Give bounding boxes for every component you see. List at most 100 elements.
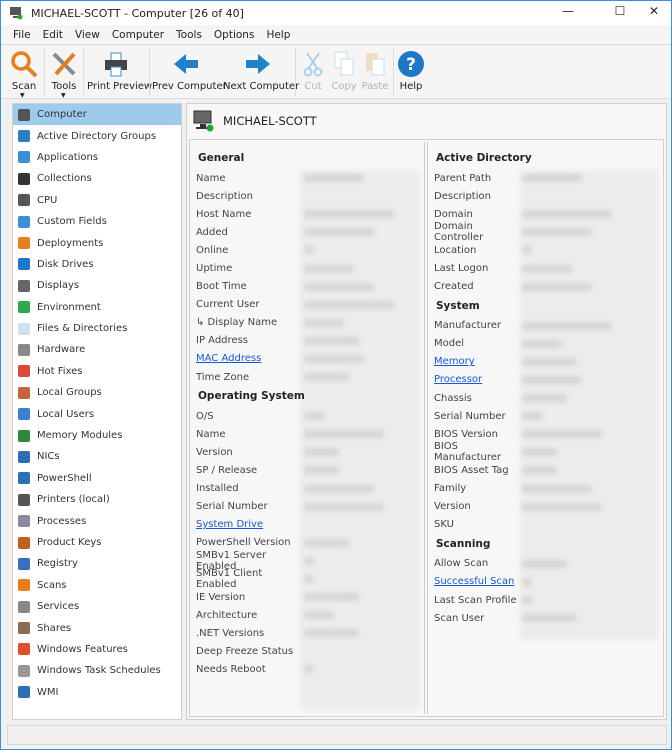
- sidebar-item-wmi[interactable]: WMI: [13, 682, 181, 703]
- sidebar-item-computer[interactable]: Computer: [13, 104, 181, 126]
- field-row: BIOS Asset Tag: [430, 461, 663, 479]
- sidebar-item-displays[interactable]: Displays: [13, 275, 181, 296]
- sidebar-item-applications[interactable]: Applications: [13, 147, 181, 168]
- redacted-value: [304, 412, 324, 421]
- field-link[interactable]: MAC Address: [196, 353, 304, 364]
- sidebar-item-local-groups[interactable]: Local Groups: [13, 382, 181, 403]
- redacted-value: [304, 466, 339, 475]
- app-window: MICHAEL-SCOTT - Computer [26 of 40] — ☐ …: [0, 0, 672, 750]
- field-label: Name: [196, 172, 226, 184]
- sidebar-item-memory-modules[interactable]: Memory Modules: [13, 425, 181, 446]
- menu-edit[interactable]: Edit: [43, 29, 63, 41]
- help-button[interactable]: ? Help: [397, 48, 425, 96]
- redacted-value: [304, 611, 334, 620]
- sidebar-item-label: CPU: [37, 194, 58, 206]
- title-bar: MICHAEL-SCOTT - Computer [26 of 40] — ☐ …: [1, 1, 671, 25]
- window-title: MICHAEL-SCOTT - Computer [26 of 40]: [31, 6, 244, 20]
- field-link[interactable]: Processor: [434, 374, 522, 385]
- maximize-button[interactable]: ☐: [605, 1, 635, 23]
- menu-computer[interactable]: Computer: [112, 29, 164, 41]
- sidebar-item-scans[interactable]: Scans: [13, 575, 181, 596]
- sidebar-item-powershell[interactable]: PowerShell: [13, 468, 181, 489]
- sidebar-item-shares[interactable]: Shares: [13, 617, 181, 638]
- detail-panel: MICHAEL-SCOTT General Name Description Host…: [186, 103, 667, 720]
- field-label: BIOS Version: [434, 428, 498, 440]
- section-header: General: [198, 152, 245, 164]
- redacted-value: [304, 228, 374, 237]
- field-row: Memory: [430, 353, 663, 371]
- sidebar-item-product-keys[interactable]: Product Keys: [13, 532, 181, 553]
- minimize-button[interactable]: —: [553, 1, 583, 23]
- computer-icon: [18, 108, 30, 121]
- menu-help[interactable]: Help: [266, 29, 290, 41]
- sidebar-item-deployments[interactable]: Deployments: [13, 232, 181, 253]
- prev-computer-button[interactable]: Prev Computer: [152, 48, 227, 96]
- field-label: BIOS Manufacturer: [434, 441, 501, 464]
- calendar-icon: [18, 664, 30, 677]
- ad-groups-icon: [18, 130, 30, 143]
- sidebar-item-nics[interactable]: NICs: [13, 446, 181, 467]
- close-button[interactable]: ✕: [639, 1, 669, 23]
- copy-button[interactable]: Copy: [330, 48, 358, 96]
- column-splitter[interactable]: [424, 142, 428, 714]
- sidebar-item-hot-fixes[interactable]: Hot Fixes: [13, 361, 181, 382]
- menu-view[interactable]: View: [75, 29, 100, 41]
- menu-options[interactable]: Options: [214, 29, 255, 41]
- sidebar-item-cpu[interactable]: CPU: [13, 190, 181, 211]
- sidebar-item-files-directories[interactable]: Files & Directories: [13, 318, 181, 339]
- section-header: Scanning: [436, 537, 491, 550]
- sidebar-item-registry[interactable]: Registry: [13, 553, 181, 574]
- sidebar-item-processes[interactable]: Processes: [13, 510, 181, 531]
- redacted-value: [304, 593, 359, 602]
- scan-button[interactable]: Scan ▼: [9, 48, 39, 99]
- field-label: Name: [196, 428, 226, 440]
- paste-button[interactable]: Paste: [361, 48, 389, 96]
- sidebar-item-windows-task-schedules[interactable]: Windows Task Schedules: [13, 660, 181, 681]
- field-row: ↳ Display Name: [192, 314, 422, 332]
- field-label: Description: [196, 190, 253, 202]
- field-link[interactable]: Memory: [434, 356, 522, 367]
- field-row: Time Zone: [192, 368, 422, 386]
- section-header: Active Directory: [436, 152, 532, 164]
- sidebar-item-environment[interactable]: Environment: [13, 297, 181, 318]
- sidebar-item-collections[interactable]: Collections: [13, 168, 181, 189]
- redacted-value: [522, 375, 582, 384]
- field-row: Version: [192, 443, 422, 461]
- sidebar-item-services[interactable]: Services: [13, 596, 181, 617]
- printer-icon: [105, 52, 127, 77]
- powershell-icon: [18, 472, 30, 485]
- printer-icon: [18, 493, 30, 506]
- cut-button[interactable]: Cut: [299, 48, 327, 96]
- menu-file[interactable]: File: [13, 29, 31, 41]
- shares-icon: [18, 622, 30, 635]
- wrench-icon: [18, 343, 30, 356]
- field-label: Scan User: [434, 612, 485, 624]
- sidebar-item-printers-local[interactable]: Printers (local): [13, 489, 181, 510]
- field-row: Architecture: [192, 606, 422, 624]
- registry-icon: [18, 557, 30, 570]
- sidebar-item-windows-features[interactable]: Windows Features: [13, 639, 181, 660]
- field-row: Processor: [430, 371, 663, 389]
- sidebar-item-local-users[interactable]: Local Users: [13, 403, 181, 424]
- sidebar-item-disk-drives[interactable]: Disk Drives: [13, 254, 181, 275]
- print-preview-button[interactable]: Print Preview: [87, 48, 152, 96]
- menu-tools[interactable]: Tools: [176, 29, 202, 41]
- next-computer-button[interactable]: Next Computer: [223, 48, 299, 96]
- redacted-value: [522, 174, 582, 183]
- sidebar-item-active-directory-groups[interactable]: Active Directory Groups: [13, 125, 181, 146]
- field-label: Chassis: [434, 392, 472, 404]
- sidebar-item-hardware[interactable]: Hardware: [13, 339, 181, 360]
- field-link[interactable]: System Drive: [196, 519, 304, 530]
- sidebar-item-label: Shares: [37, 622, 72, 634]
- environment-icon: [18, 301, 30, 314]
- field-row: Successful Scan: [430, 573, 663, 591]
- field-row: Location: [430, 241, 663, 259]
- sidebar-item-label: Collections: [37, 173, 92, 185]
- field-label: Family: [434, 483, 467, 495]
- tools-button[interactable]: Tools ▼: [48, 48, 80, 99]
- field-link[interactable]: Successful Scan: [434, 576, 522, 587]
- deployments-icon: [18, 237, 30, 250]
- arrow-right-icon: [246, 54, 270, 74]
- field-label: Installed: [196, 483, 239, 495]
- sidebar-item-custom-fields[interactable]: Custom Fields: [13, 211, 181, 232]
